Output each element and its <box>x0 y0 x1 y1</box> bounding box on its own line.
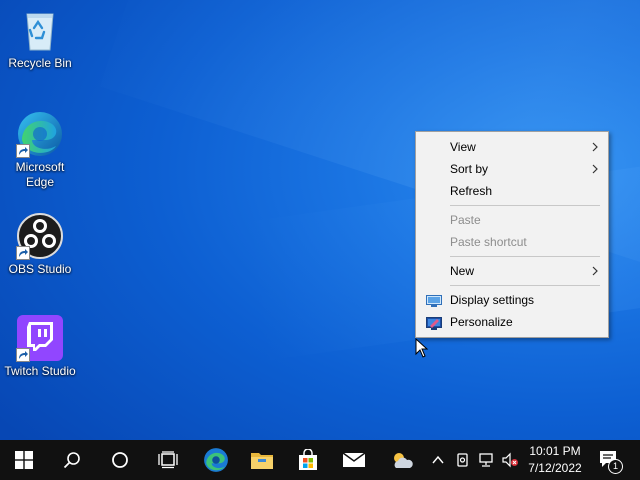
desktop-icon-recycle-bin[interactable]: Recycle Bin <box>2 6 78 71</box>
desktop-icon-obs[interactable]: OBS Studio <box>2 212 78 277</box>
submenu-arrow-icon <box>592 266 598 276</box>
personalize-icon <box>426 315 442 330</box>
menu-item-label: Sort by <box>450 162 489 176</box>
file-explorer-icon <box>251 453 273 469</box>
task-view-icon <box>158 451 178 469</box>
submenu-arrow-icon <box>592 142 598 152</box>
mouse-cursor-icon <box>415 338 429 358</box>
menu-item-label: Paste <box>450 213 481 227</box>
mail-icon <box>342 452 366 467</box>
shortcut-arrow-icon <box>16 144 30 158</box>
obs-icon <box>16 212 64 260</box>
menu-item-label: Personalize <box>450 315 513 329</box>
menu-item-view[interactable]: View <box>416 136 608 158</box>
taskbar-file-explorer[interactable] <box>242 440 282 480</box>
search-button[interactable] <box>52 440 92 480</box>
menu-item-label: Display settings <box>450 293 535 307</box>
taskbar-weather[interactable] <box>382 440 422 480</box>
recycle-bin-icon <box>16 6 64 54</box>
edge-icon <box>204 448 228 472</box>
start-button[interactable] <box>4 440 44 480</box>
display-icon <box>426 293 442 307</box>
menu-item-sort-by[interactable]: Sort by <box>416 158 608 180</box>
edge-icon <box>16 110 64 158</box>
menu-item-personalize[interactable]: Personalize <box>416 311 608 333</box>
clock-date: 7/12/2022 <box>528 461 582 475</box>
menu-separator <box>450 256 600 257</box>
volume-muted-icon[interactable] <box>501 452 519 468</box>
desktop-icon-edge[interactable]: Microsoft Edge <box>2 110 78 190</box>
menu-item-label: New <box>450 264 475 278</box>
network-icon[interactable] <box>478 452 496 468</box>
cortana-button[interactable] <box>100 440 140 480</box>
weather-icon <box>394 453 413 468</box>
desktop-icon-label: Twitch Studio <box>4 364 76 378</box>
desktop-icon-twitch[interactable]: Twitch Studio <box>2 314 78 379</box>
desktop-icon-label: Recycle Bin <box>8 56 72 70</box>
shortcut-arrow-icon <box>16 348 30 362</box>
submenu-arrow-icon <box>592 164 598 174</box>
menu-item-refresh[interactable]: Refresh <box>416 180 608 202</box>
shortcut-arrow-icon <box>16 246 30 260</box>
desktop-context-menu: View Sort by Refresh Paste Paste shortcu… <box>415 131 609 338</box>
menu-item-new[interactable]: New <box>416 260 608 282</box>
menu-item-display-settings[interactable]: Display settings <box>416 289 608 311</box>
menu-item-paste: Paste <box>416 209 608 231</box>
notification-center-button[interactable]: 1 <box>592 440 632 480</box>
meet-now-icon[interactable] <box>455 452 471 468</box>
desktop-icon-label: OBS Studio <box>8 262 72 276</box>
menu-item-label: Refresh <box>450 184 493 198</box>
taskbar: 10:01 PM 7/12/2022 1 <box>0 440 640 480</box>
taskbar-edge[interactable] <box>196 440 236 480</box>
taskbar-mail[interactable] <box>334 440 374 480</box>
clock-time: 10:01 PM <box>529 444 581 458</box>
clock[interactable]: 10:01 PM 7/12/2022 <box>523 443 587 477</box>
menu-separator <box>450 205 600 206</box>
menu-item-label: Paste shortcut <box>450 235 527 249</box>
cortana-icon <box>112 452 128 468</box>
taskbar-store[interactable] <box>288 440 328 480</box>
store-icon <box>299 449 317 470</box>
task-view-button[interactable] <box>148 440 188 480</box>
menu-separator <box>450 285 600 286</box>
twitch-icon <box>16 314 64 362</box>
search-icon <box>63 452 80 469</box>
menu-item-paste-shortcut: Paste shortcut <box>416 231 608 253</box>
chevron-up-icon[interactable] <box>432 454 444 466</box>
notification-count-badge: 1 <box>608 459 623 474</box>
windows-start-icon <box>15 451 33 469</box>
menu-item-label: View <box>450 140 476 154</box>
desktop-icon-label: Microsoft Edge <box>15 160 65 189</box>
